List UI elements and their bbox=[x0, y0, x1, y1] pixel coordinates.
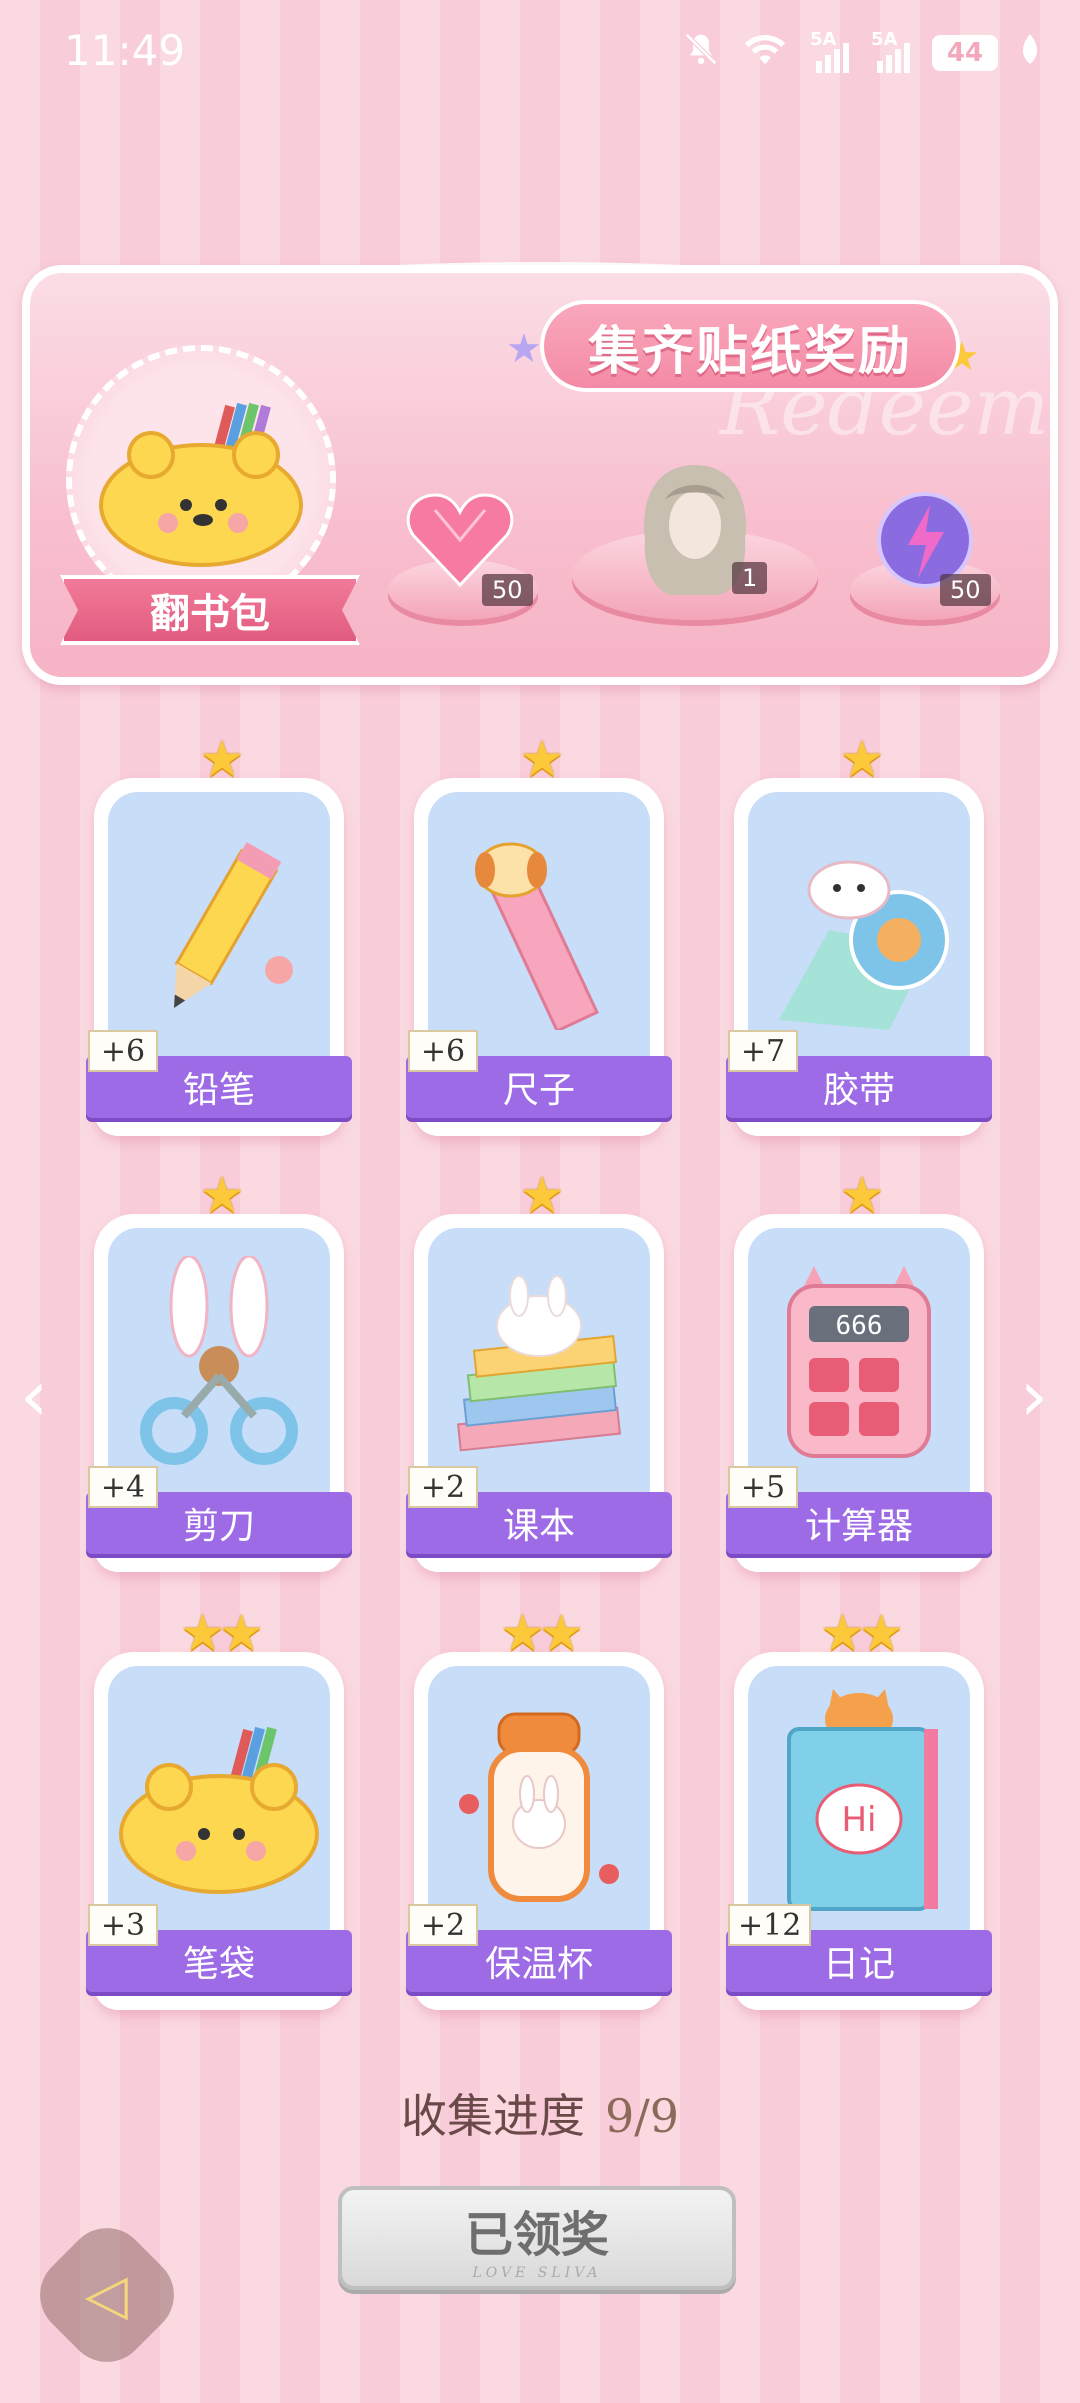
thermos-icon bbox=[459, 1712, 619, 1902]
reward-qty: 50 bbox=[940, 574, 991, 606]
sticker-image: 666 bbox=[748, 1228, 970, 1503]
card-plus-count: +5 bbox=[728, 1466, 798, 1508]
sticker-card-pencil-case[interactable]: ★★ 笔袋 +3 bbox=[86, 1604, 352, 2010]
mute-icon bbox=[682, 30, 720, 76]
sticker-card-ruler[interactable]: ★ 尺子 +6 bbox=[406, 730, 672, 1136]
back-button[interactable]: ◁ bbox=[23, 2211, 191, 2379]
card-plus-count: +4 bbox=[88, 1466, 158, 1508]
progress-label: 收集进度 bbox=[400, 2089, 585, 2143]
battery-icon: 44 bbox=[932, 35, 998, 71]
bag-label: 翻书包 bbox=[150, 591, 270, 637]
sticker-card-textbook[interactable]: ★ 课本 +2 bbox=[406, 1166, 672, 1572]
status-bar: 11:49 5A 5A 44 bbox=[0, 0, 1080, 110]
sticker-image bbox=[108, 1666, 330, 1941]
signal-icon-1: 5A bbox=[810, 29, 849, 73]
card-plus-count: +2 bbox=[408, 1904, 478, 1946]
banner-title-badge: 集齐贴纸奖励 bbox=[540, 300, 960, 392]
signal-1-label: 5A bbox=[810, 29, 837, 50]
sticker-image bbox=[108, 792, 330, 1067]
card-plus-count: +6 bbox=[408, 1030, 478, 1072]
star-icon: ★ bbox=[506, 326, 542, 372]
star-rating: ★ bbox=[839, 730, 885, 788]
sticker-image: Hi bbox=[748, 1666, 970, 1941]
star-rating: ★★ bbox=[820, 1604, 904, 1662]
calculator-screen-text: 666 bbox=[836, 1311, 883, 1341]
banner-title: 集齐贴纸奖励 bbox=[587, 321, 912, 382]
pencil-case-icon bbox=[99, 402, 303, 567]
leaf-icon bbox=[1020, 34, 1040, 72]
card-plus-count: +3 bbox=[88, 1904, 158, 1946]
sticker-card-tape[interactable]: ★ 胶带 +7 bbox=[726, 730, 992, 1136]
pencil-icon bbox=[174, 841, 293, 1008]
next-page-arrow[interactable]: › bbox=[1020, 1355, 1048, 1437]
books-icon bbox=[456, 1274, 622, 1451]
sticker-card-pencil[interactable]: ★ 铅笔 +6 bbox=[86, 730, 352, 1136]
star-rating: ★ bbox=[839, 1166, 885, 1224]
progress-value: 9/9 bbox=[604, 2089, 680, 2143]
tape-icon bbox=[779, 860, 949, 1030]
sticker-card-calculator[interactable]: ★ 666 计算器 +5 bbox=[726, 1166, 992, 1572]
sticker-card-scissors[interactable]: ★ 剪刀 +4 bbox=[86, 1166, 352, 1572]
signal-icon-2: 5A bbox=[871, 29, 910, 73]
card-plus-count: +6 bbox=[88, 1030, 158, 1072]
star-rating: ★ bbox=[199, 730, 245, 788]
back-arrow-icon: ◁ bbox=[85, 2262, 129, 2328]
sticker-card-diary[interactable]: ★★ Hi 日记 +12 bbox=[726, 1604, 992, 2010]
collection-progress: 收集进度 9/9 bbox=[0, 2080, 1080, 2146]
status-icons: 5A 5A 44 bbox=[682, 29, 1040, 76]
star-rating: ★ bbox=[199, 1166, 245, 1224]
card-plus-count: +7 bbox=[728, 1030, 798, 1072]
prev-page-arrow[interactable]: ‹ bbox=[20, 1355, 48, 1437]
sticker-image bbox=[428, 1228, 650, 1503]
bag-label-ribbon: 翻书包 bbox=[60, 575, 360, 645]
sticker-card-thermos[interactable]: ★★ 保温杯 +2 bbox=[406, 1604, 672, 2010]
star-rating: ★★ bbox=[180, 1604, 264, 1662]
reward-qty: 50 bbox=[482, 574, 533, 606]
card-plus-count: +12 bbox=[728, 1904, 812, 1946]
claimed-button-label: 已领奖 bbox=[464, 2207, 609, 2263]
star-rating: ★★ bbox=[500, 1604, 584, 1662]
signal-2-label: 5A bbox=[871, 29, 898, 50]
card-plus-count: +2 bbox=[408, 1466, 478, 1508]
sticker-image bbox=[428, 1666, 650, 1941]
claimed-button[interactable]: 已领奖 LOVE SLIVA bbox=[338, 2186, 736, 2290]
claimed-button-subtext: LOVE SLIVA bbox=[472, 2265, 602, 2281]
diary-hi-text: Hi bbox=[841, 1800, 876, 1840]
ruler-icon bbox=[475, 842, 599, 1030]
calculator-icon: 666 bbox=[787, 1265, 931, 1458]
sticker-image bbox=[748, 792, 970, 1067]
pencil-case-icon bbox=[119, 1726, 319, 1894]
star-rating: ★ bbox=[519, 730, 565, 788]
scissors-icon bbox=[140, 1255, 298, 1465]
bag-reward-circle[interactable] bbox=[66, 345, 336, 615]
sticker-image bbox=[108, 1228, 330, 1503]
sticker-image bbox=[428, 792, 650, 1067]
star-rating: ★ bbox=[519, 1166, 565, 1224]
reward-qty: 1 bbox=[732, 562, 768, 594]
diary-icon: Hi bbox=[787, 1688, 938, 1911]
wifi-icon bbox=[742, 31, 788, 75]
status-time: 11:49 bbox=[64, 26, 186, 75]
